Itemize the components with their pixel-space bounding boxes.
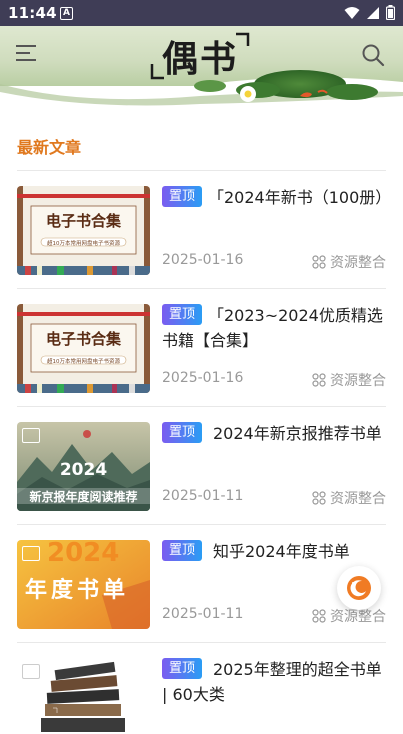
article-title[interactable]: 2025年整理的超全书单 | 60大类	[162, 657, 384, 707]
article-item[interactable]: 电子书合集 超10万本常用网盘电子书资源 置顶 「2023~2024优质精选书籍…	[17, 288, 386, 406]
article-date: 2025-01-16	[162, 252, 244, 268]
thumbnail-caption: 新京报年度阅读推荐	[29, 490, 138, 504]
category-label: 资源整合	[330, 255, 386, 271]
night-mode-button[interactable]	[337, 566, 381, 610]
article-thumbnail[interactable]: 2024 年度书单	[17, 540, 150, 629]
article-date: 2025-01-11	[162, 488, 244, 504]
article-title[interactable]: 「2024年新书（100册）	[162, 185, 391, 210]
category-label: 资源整合	[330, 373, 386, 389]
article-date: 2025-01-11	[162, 606, 244, 622]
search-icon[interactable]	[361, 43, 385, 67]
thumbnail-title: 电子书合集	[45, 212, 121, 230]
category-label: 资源整合	[330, 491, 386, 507]
article-category[interactable]: 资源整合	[312, 606, 386, 626]
article-item[interactable]: 电子书合集 超10万本常用网盘电子书资源 置顶 「2024年新书（100册） 2…	[17, 170, 391, 288]
article-category[interactable]: 资源整合	[312, 252, 386, 272]
app-logo: 偶书	[150, 30, 250, 82]
section-title: 最新文章	[17, 138, 82, 157]
logo-text: 偶书	[162, 38, 239, 80]
article-thumbnail[interactable]	[17, 658, 150, 734]
category-icon	[312, 609, 326, 623]
article-item[interactable]: 2024 年度书单 置顶 知乎2024年度书单 2025-01-11 资源整合	[17, 524, 386, 642]
article-item[interactable]: 置顶 2025年整理的超全书单 | 60大类	[17, 642, 386, 734]
article-title[interactable]: 知乎2024年度书单	[162, 539, 384, 564]
status-time: 11:44	[8, 4, 57, 22]
article-thumbnail[interactable]: 电子书合集 超10万本常用网盘电子书资源	[17, 304, 150, 393]
thumbnail-subtitle: 超10万本常用网盘电子书资源	[47, 359, 120, 365]
thumbnail-caption: 年度书单	[25, 577, 130, 603]
article-title[interactable]: 「2023~2024优质精选书籍【合集】	[162, 303, 384, 353]
moon-icon	[347, 576, 371, 600]
category-icon	[312, 491, 326, 505]
article-date: 2025-01-16	[162, 370, 244, 386]
article-category[interactable]: 资源整合	[312, 488, 386, 508]
status-bar: 11:44 A	[0, 0, 403, 26]
wifi-icon	[344, 6, 360, 19]
image-icon	[22, 664, 40, 679]
article-thumbnail[interactable]: 2024 新京报年度阅读推荐	[17, 422, 150, 511]
article-item[interactable]: 2024 新京报年度阅读推荐 置顶 2024年新京报推荐书单 2025-01-1…	[17, 406, 386, 524]
signal-icon	[367, 6, 379, 19]
app-header: 偶书	[0, 26, 403, 122]
image-icon	[22, 428, 40, 443]
status-icons	[344, 5, 395, 20]
thumbnail-year: 2024	[47, 540, 120, 568]
article-title[interactable]: 2024年新京报推荐书单	[162, 421, 384, 446]
thumbnail-title: 电子书合集	[45, 330, 121, 348]
category-icon	[312, 373, 326, 387]
notification-icon: A	[60, 7, 73, 20]
image-icon	[22, 546, 40, 561]
thumbnail-year: 2024	[59, 460, 108, 480]
battery-icon	[386, 5, 395, 20]
article-category[interactable]: 资源整合	[312, 370, 386, 390]
article-thumbnail[interactable]: 电子书合集 超10万本常用网盘电子书资源	[17, 186, 150, 275]
thumbnail-subtitle: 超10万本常用网盘电子书资源	[47, 241, 120, 247]
category-icon	[312, 255, 326, 269]
menu-icon[interactable]	[16, 43, 38, 63]
